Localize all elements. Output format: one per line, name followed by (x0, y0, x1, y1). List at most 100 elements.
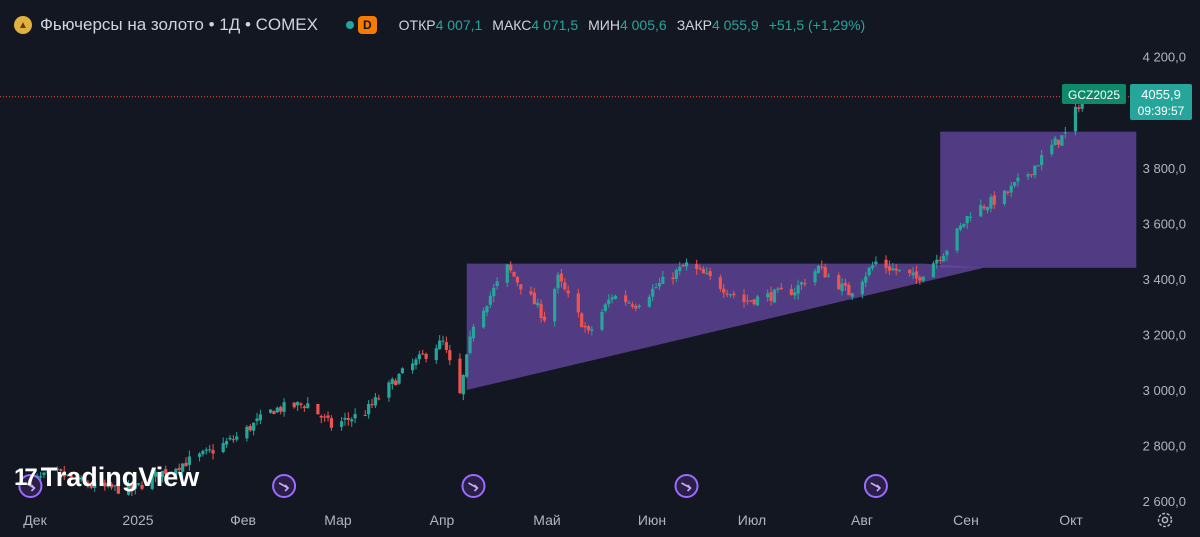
candle-body (394, 380, 398, 386)
triangle-pattern (466, 263, 985, 390)
candle-body (850, 293, 854, 297)
candle-body (339, 421, 344, 427)
candle-body (860, 281, 864, 295)
candle-body (1073, 106, 1078, 132)
candle-body (326, 415, 330, 418)
candle-body (316, 403, 320, 415)
candle-body (931, 263, 936, 278)
candle-body (495, 281, 499, 286)
candle-body (962, 223, 966, 227)
candle-body (1033, 165, 1037, 176)
candle-body (698, 268, 702, 270)
candle-body (482, 310, 486, 328)
event-marker (674, 474, 699, 498)
candle-body (755, 296, 760, 306)
candle-body (647, 296, 651, 307)
candle-body (1006, 191, 1010, 193)
candle-body (228, 437, 232, 440)
open-value: 4 007,1 (435, 17, 483, 33)
candle-body (674, 269, 678, 279)
tradingview-logo-text: TradingView (40, 462, 200, 492)
x-tick-label: Июн (638, 512, 666, 528)
gold-icon[interactable]: ▲ (14, 16, 32, 34)
candle-body (211, 450, 215, 454)
candle-body (529, 291, 533, 295)
candle-body (363, 415, 367, 417)
candle-body (1012, 182, 1017, 186)
gear-icon[interactable] (1156, 511, 1174, 529)
candle-body (400, 368, 405, 374)
candle-body (776, 288, 780, 290)
candle-body (367, 403, 371, 415)
candle-body (911, 272, 915, 276)
candle-body (279, 406, 283, 412)
candle-body (661, 276, 665, 284)
candle-body (1009, 185, 1013, 193)
candle-body (870, 265, 875, 269)
candle-body (576, 293, 580, 313)
candle-body (350, 419, 354, 422)
candle-body (536, 302, 540, 306)
candle-body (509, 264, 513, 271)
candle-body (701, 268, 706, 274)
x-tick-label: Мар (324, 512, 352, 528)
y-tick-label: 4 200,0 (1143, 50, 1186, 65)
y-tick-label: 2 800,0 (1143, 439, 1186, 454)
candle-body (935, 259, 939, 264)
y-tick-label: 3 200,0 (1143, 327, 1186, 342)
event-marker (863, 474, 888, 498)
x-tick-label: Апр (430, 512, 455, 528)
candle-body (718, 277, 722, 289)
candle-body (600, 311, 604, 330)
candle-body (681, 265, 685, 267)
candle-body (204, 449, 208, 451)
candle-body (728, 294, 733, 296)
candle-body (1050, 144, 1054, 155)
candle-body (390, 379, 394, 384)
candle-body (914, 271, 919, 279)
price-chart[interactable]: 2 600,0 2 800,0 3 000,0 3 200,0 3 400,0 3 600… (0, 0, 1200, 537)
candle-body (607, 299, 611, 305)
candle-body (296, 402, 300, 406)
candle-body (410, 363, 415, 371)
x-axis[interactable]: Дек 2025 Фев Мар Апр Май Июн Июл Авг Сен Окт (23, 512, 1083, 528)
candle-body (945, 250, 949, 256)
candle-body (299, 403, 303, 405)
candle-body (837, 275, 841, 290)
candle-body (725, 293, 729, 295)
candle-body (255, 418, 259, 422)
candle-body (353, 414, 357, 419)
candle-body (708, 271, 712, 277)
candle-body (779, 287, 783, 290)
candle-body (224, 441, 229, 445)
candle-body (1063, 132, 1067, 134)
candle-body (874, 261, 878, 265)
candle-body (992, 195, 996, 205)
candle-body (894, 268, 898, 271)
candle-body (1053, 138, 1057, 146)
candle-body (556, 274, 560, 289)
candle-body (1077, 107, 1081, 110)
candle-body (417, 354, 421, 360)
candle-body (583, 325, 587, 328)
y-tick-label: 3 800,0 (1143, 161, 1186, 176)
tradingview-logo[interactable]: 17 TradingView (14, 462, 199, 493)
candle-body (542, 316, 547, 321)
candle-body (590, 329, 594, 331)
candle-body (820, 266, 824, 268)
candle-body (414, 359, 418, 366)
candle-body (1029, 174, 1034, 176)
data-status-badge[interactable]: D (357, 16, 377, 34)
chart-header: ▲ Фьючерсы на золото • 1Д • COMEX D ОТКР… (14, 12, 865, 38)
x-tick-label: Окт (1059, 512, 1083, 528)
y-tick-label: 3 600,0 (1143, 216, 1186, 231)
candle-body (634, 305, 638, 309)
candle-body (532, 292, 536, 305)
candle-body (235, 436, 239, 440)
symbol-title[interactable]: Фьючерсы на золото • 1Д • COMEX (40, 15, 318, 35)
candle-body (329, 418, 334, 428)
candle-body (306, 403, 310, 409)
candle-body (799, 282, 804, 285)
candle-body (982, 206, 986, 209)
candle-body (519, 284, 523, 290)
